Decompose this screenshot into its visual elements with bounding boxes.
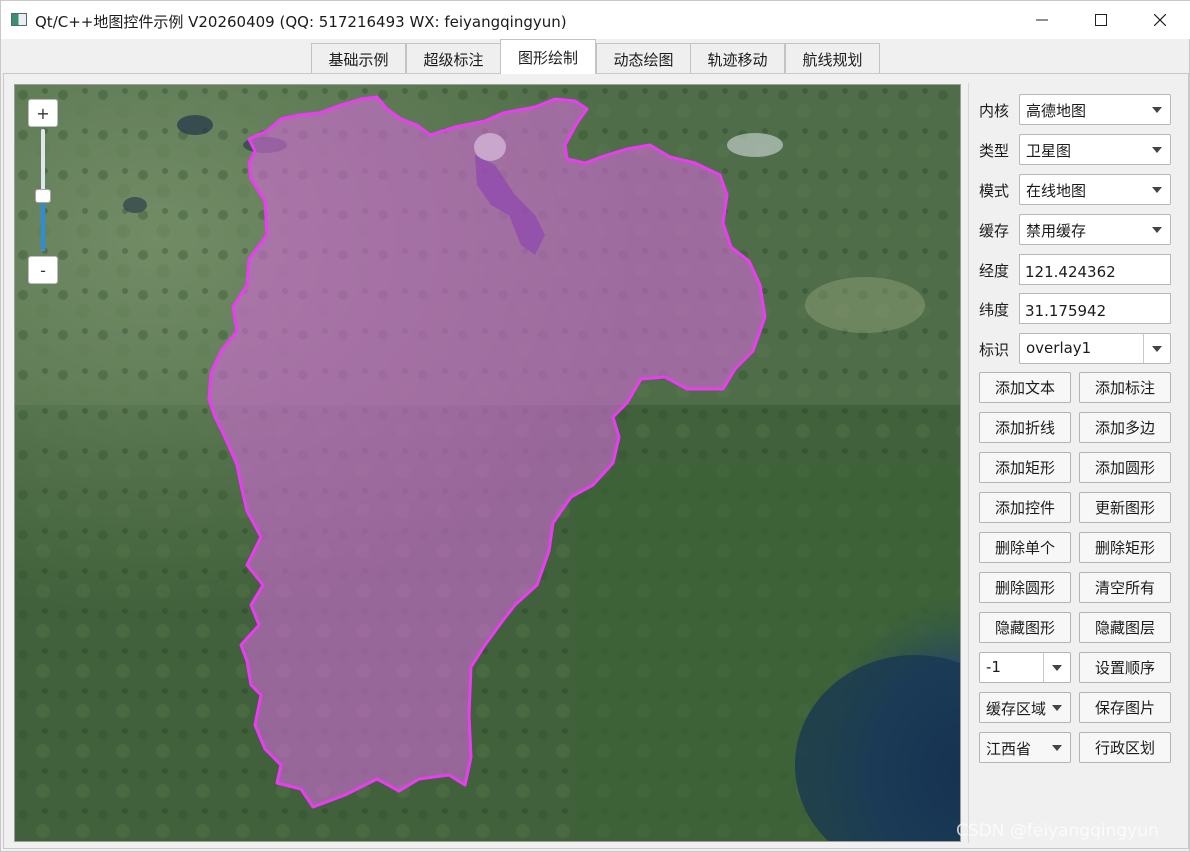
chevron-down-icon [1152,147,1162,153]
combo-divider [1043,653,1044,682]
type-select[interactable]: 卫星图 [1019,134,1171,165]
hide-layer-button[interactable]: 隐藏图层 [1079,612,1171,643]
longitude-input[interactable] [1019,254,1171,285]
combo-divider [1143,334,1144,363]
add-circle-button[interactable]: 添加圆形 [1079,452,1171,483]
add-polyline-button[interactable]: 添加折线 [979,412,1071,443]
app-icon [11,13,27,26]
admin-region-button[interactable]: 行政区划 [1079,732,1171,763]
title-bar: Qt/C++地图控件示例 V20260409 (QQ: 517216493 WX… [1,1,1190,39]
tab-track-movement[interactable]: 轨迹移动 [690,43,785,74]
tab-dynamic-drawing[interactable]: 动态绘图 [596,43,691,74]
longitude-label: 经度 [979,262,1010,280]
tab-bar: 基础示例 超级标注 图形绘制 动态绘图 轨迹移动 航线规划 [1,39,1190,74]
order-combo[interactable]: -1 [979,652,1071,683]
type-row: 类型 卫星图 [979,134,1173,166]
identifier-combo[interactable]: overlay1 [1019,333,1171,364]
tab-basic-example[interactable]: 基础示例 [311,43,406,74]
latitude-input[interactable] [1019,293,1171,324]
delete-circle-button[interactable]: 删除圆形 [979,572,1071,603]
kernel-row: 内核 高德地图 [979,94,1173,126]
close-icon [1154,14,1166,26]
set-order-button[interactable]: 设置顺序 [1079,652,1171,683]
type-value: 卫星图 [1026,142,1072,160]
update-shape-button[interactable]: 更新图形 [1079,492,1171,523]
zoom-out-button[interactable]: - [28,256,58,284]
cache-select[interactable]: 禁用缓存 [1019,214,1171,245]
type-label: 类型 [979,142,1010,160]
cache-region-select[interactable]: 缓存区域 [979,692,1071,723]
add-text-button[interactable]: 添加文本 [979,372,1071,403]
kernel-value: 高德地图 [1026,102,1087,120]
chevron-down-icon [1052,745,1062,751]
mode-label: 模式 [979,182,1010,200]
cache-label: 缓存 [979,222,1010,240]
maximize-button[interactable] [1072,1,1130,39]
chevron-down-icon [1052,665,1062,671]
province-value: 江西省 [986,740,1032,758]
order-value: -1 [986,658,1001,676]
tab-shape-drawing[interactable]: 图形绘制 [500,39,596,74]
tab-route-planning[interactable]: 航线规划 [785,43,880,74]
tab-content: + - 内核 高德地图 类型 卫星图 模式 在线地图 缓存 禁用缓存 经度 12… [3,73,1189,849]
close-button[interactable] [1131,1,1189,39]
clear-all-button[interactable]: 清空所有 [1079,572,1171,603]
zoom-slider-handle[interactable] [35,189,51,204]
chevron-down-icon [1152,107,1162,113]
mode-value: 在线地图 [1026,182,1087,200]
tab-super-marker[interactable]: 超级标注 [406,43,501,74]
chevron-down-icon [1152,346,1162,352]
mode-select[interactable]: 在线地图 [1019,174,1171,205]
delete-single-button[interactable]: 删除单个 [979,532,1071,563]
add-marker-button[interactable]: 添加标注 [1079,372,1171,403]
latitude-label: 纬度 [979,301,1010,319]
save-image-button[interactable]: 保存图片 [1079,692,1171,723]
cache-region-value: 缓存区域 [986,700,1047,718]
identifier-label: 标识 [979,341,1010,359]
app-window: Qt/C++地图控件示例 V20260409 (QQ: 517216493 WX… [0,0,1190,852]
add-control-button[interactable]: 添加控件 [979,492,1071,523]
chevron-down-icon [1052,705,1062,711]
satellite-imagery [15,85,960,841]
control-panel: 内核 高德地图 类型 卫星图 模式 在线地图 缓存 禁用缓存 经度 121.42… [968,83,1183,843]
zoom-in-button[interactable]: + [28,99,58,127]
map-view[interactable]: + - [14,84,961,842]
zoom-slider-fill [41,196,45,251]
cache-value: 禁用缓存 [1026,222,1087,240]
identifier-row: 标识 overlay1 [979,333,1173,365]
minimize-icon [1036,19,1048,21]
kernel-select[interactable]: 高德地图 [1019,94,1171,125]
hide-shape-button[interactable]: 隐藏图形 [979,612,1071,643]
delete-rect-button[interactable]: 删除矩形 [1079,532,1171,563]
watermark: CSDN @feiyangqingyun [956,821,1159,841]
maximize-icon [1095,14,1107,26]
longitude-row: 经度 [979,254,1173,286]
chevron-down-icon [1152,227,1162,233]
kernel-label: 内核 [979,102,1010,120]
mode-row: 模式 在线地图 [979,174,1173,206]
latitude-row: 纬度 [979,293,1173,325]
cache-row: 缓存 禁用缓存 [979,214,1173,246]
add-rect-button[interactable]: 添加矩形 [979,452,1071,483]
window-title: Qt/C++地图控件示例 V20260409 (QQ: 517216493 WX… [35,13,567,31]
identifier-value: overlay1 [1026,339,1092,357]
chevron-down-icon [1152,187,1162,193]
add-polygon-button[interactable]: 添加多边 [1079,412,1171,443]
province-select[interactable]: 江西省 [979,732,1071,763]
minimize-button[interactable] [1013,1,1071,39]
